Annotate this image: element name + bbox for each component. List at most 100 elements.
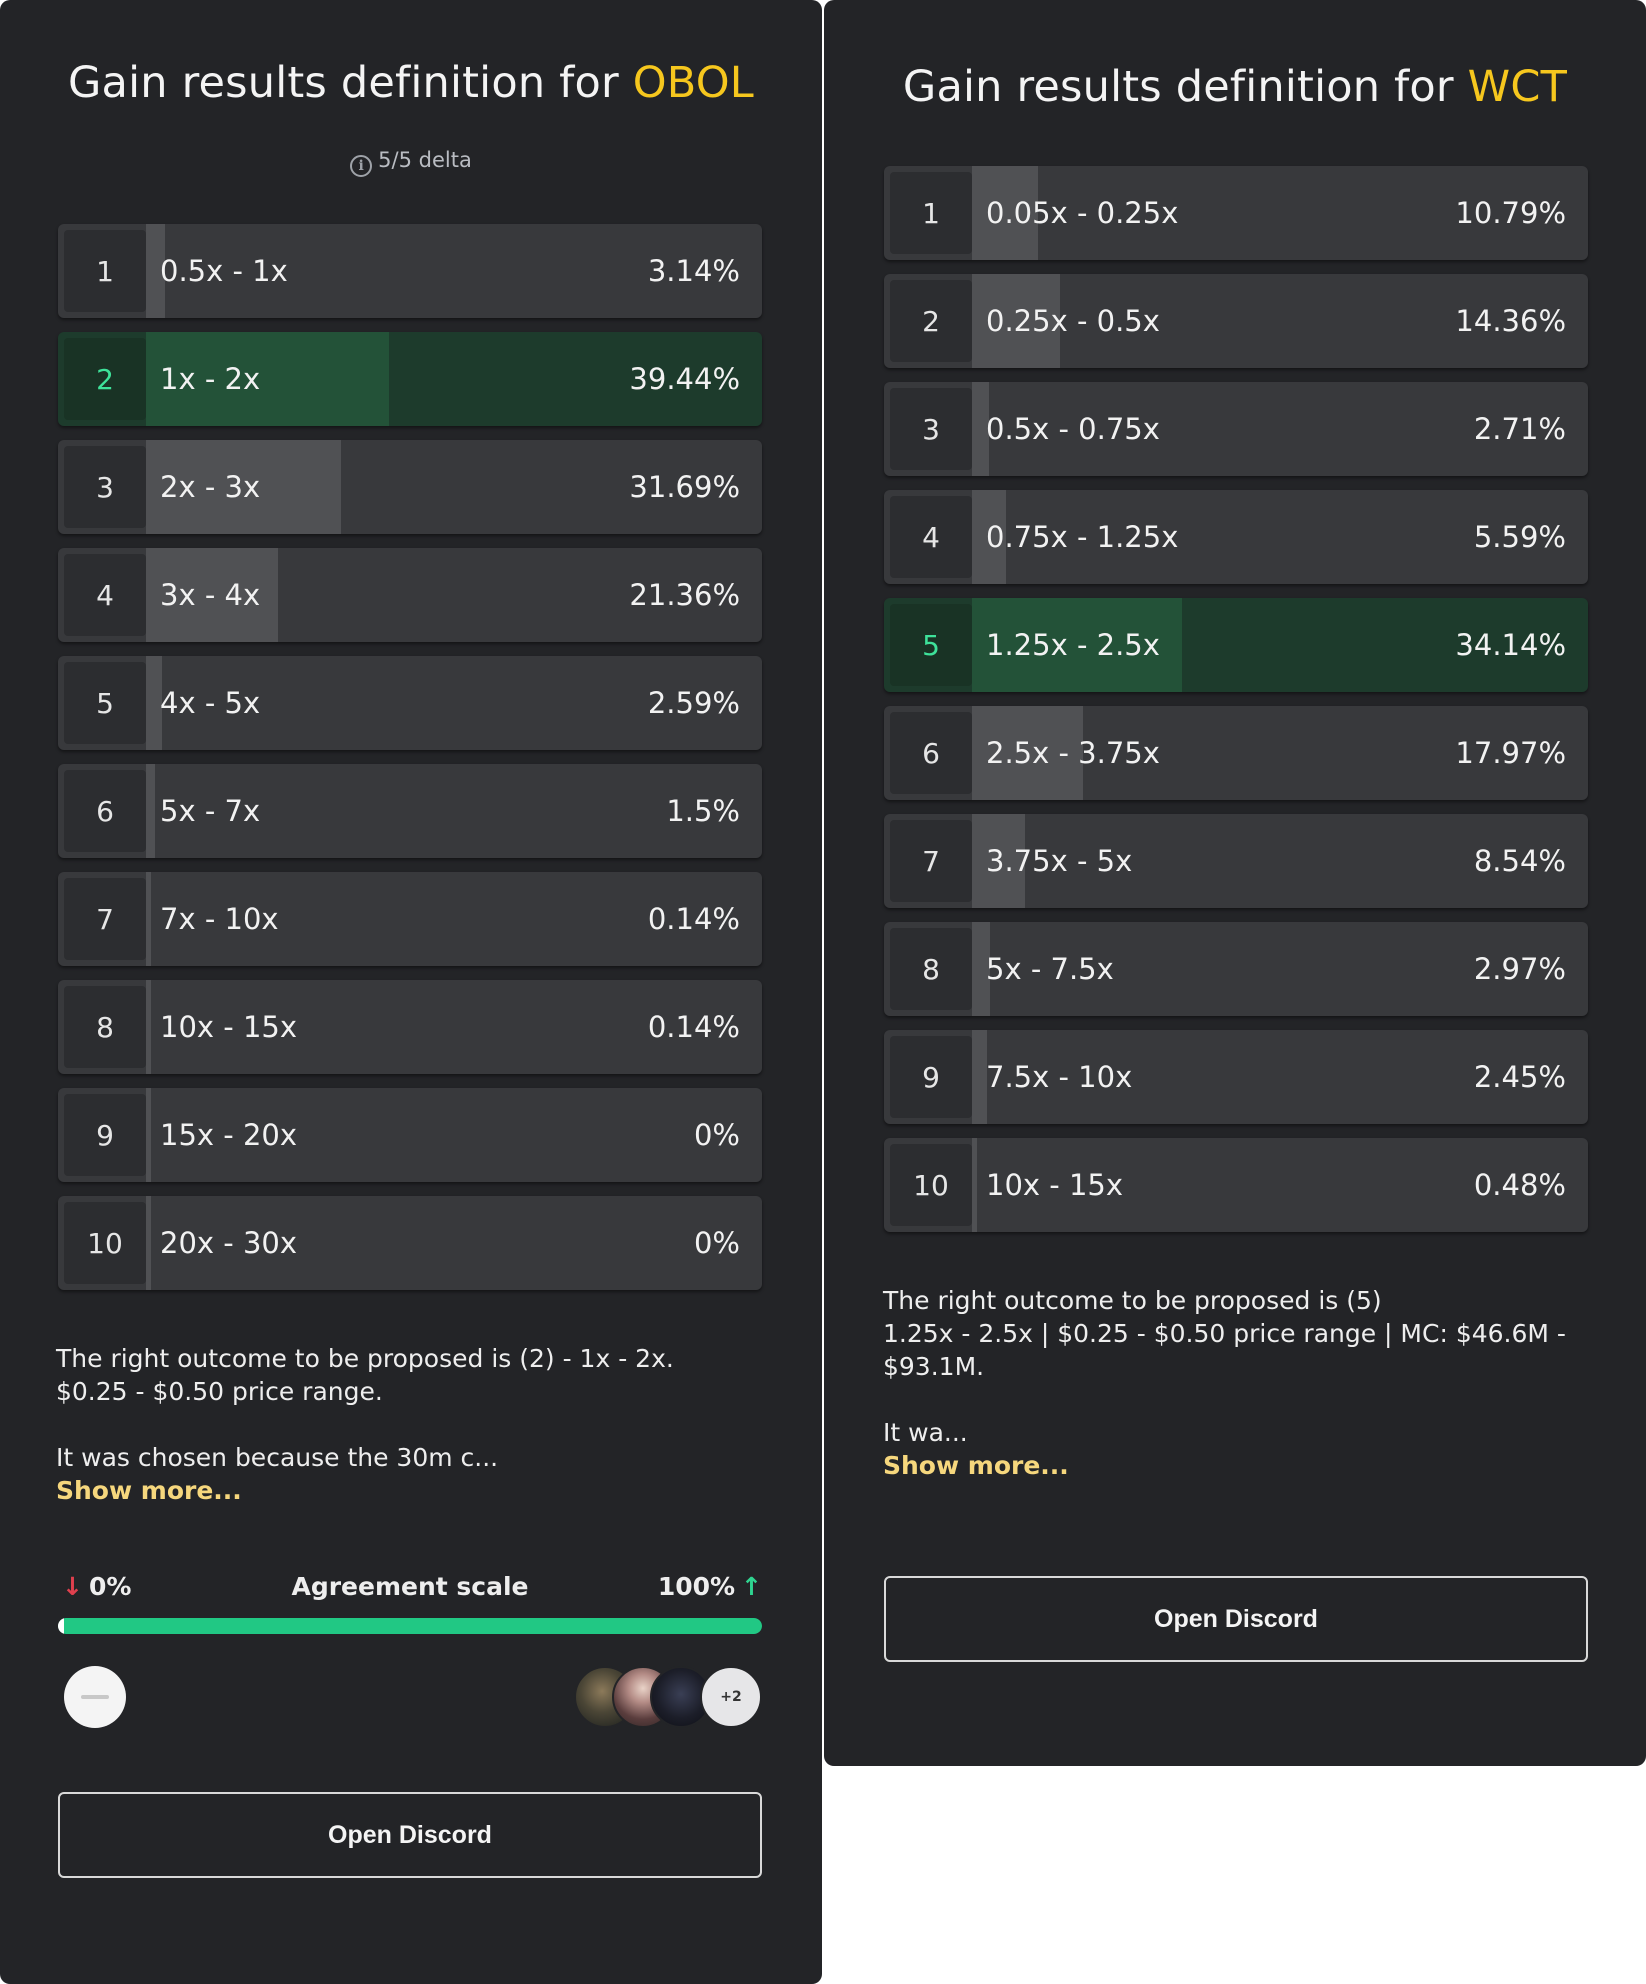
outcome-reason: It was chosen because the 30m c...	[56, 1443, 499, 1472]
outcome-reason: It wa...	[883, 1418, 968, 1447]
option-number: 3	[890, 388, 972, 470]
agreement-scale-bar	[58, 1618, 762, 1634]
option-percent: 31.69%	[629, 470, 740, 504]
show-more-link[interactable]: Show more...	[56, 1474, 776, 1507]
open-discord-button[interactable]: Open Discord	[58, 1792, 762, 1878]
proposed-outcome-text: The right outcome to be proposed is (5) …	[883, 1284, 1603, 1482]
option-range: 7x - 10x	[160, 902, 279, 936]
agreement-scale-fill	[58, 1618, 762, 1634]
result-option-row[interactable]: 2 1x - 2x 39.44%	[58, 332, 762, 426]
option-percent: 5.59%	[1473, 520, 1566, 554]
option-range: 3.75x - 5x	[986, 844, 1133, 878]
option-percent: 2.71%	[1473, 412, 1566, 446]
agreement-scale-label: Agreement scale	[291, 1572, 529, 1601]
result-option-row[interactable]: 4 3x - 4x 21.36%	[58, 548, 762, 642]
option-range: 0.25x - 0.5x	[986, 304, 1160, 338]
result-option-row[interactable]: 7 7x - 10x 0.14%	[58, 872, 762, 966]
voter-avatars[interactable]: +2	[574, 1666, 764, 1728]
option-number: 7	[890, 820, 972, 902]
option-number: 6	[890, 712, 972, 794]
option-number: 9	[890, 1036, 972, 1118]
arrow-up-icon: ↑	[741, 1572, 762, 1601]
neutral-vote-button[interactable]	[64, 1666, 126, 1728]
result-option-row[interactable]: 5 1.25x - 2.5x 34.14%	[884, 598, 1588, 692]
outcome-line: 1.25x - 2.5x | $0.25 - $0.50 price range…	[883, 1319, 1566, 1381]
result-option-row[interactable]: 1 0.05x - 0.25x 10.79%	[884, 166, 1588, 260]
show-more-link[interactable]: Show more...	[883, 1449, 1603, 1482]
result-option-row[interactable]: 8 10x - 15x 0.14%	[58, 980, 762, 1074]
vote-share-bar	[146, 1088, 151, 1182]
option-number: 5	[64, 662, 146, 744]
option-range: 0.5x - 1x	[160, 254, 288, 288]
result-option-row[interactable]: 1 0.5x - 1x 3.14%	[58, 224, 762, 318]
option-percent: 1.5%	[666, 794, 740, 828]
more-voters-badge[interactable]: +2	[700, 1666, 762, 1728]
vote-share-bar	[146, 764, 156, 858]
option-percent: 17.97%	[1455, 736, 1566, 770]
option-range: 7.5x - 10x	[986, 1060, 1133, 1094]
result-option-row[interactable]: 7 3.75x - 5x 8.54%	[884, 814, 1588, 908]
vote-share-bar	[146, 980, 151, 1074]
result-option-row[interactable]: 9 15x - 20x 0%	[58, 1088, 762, 1182]
agreement-max: 100% ↑	[658, 1572, 762, 1601]
option-range: 0.75x - 1.25x	[986, 520, 1179, 554]
option-percent: 2.97%	[1473, 952, 1566, 986]
outcome-line: The right outcome to be proposed is (5)	[883, 1286, 1382, 1315]
option-percent: 2.45%	[1473, 1060, 1566, 1094]
option-percent: 0.14%	[647, 1010, 740, 1044]
option-number: 6	[64, 770, 146, 852]
token-name: WCT	[1467, 62, 1568, 112]
title-prefix: Gain results definition for	[68, 58, 633, 108]
vote-share-bar	[972, 1138, 977, 1232]
panel-title: Gain results definition for WCT	[824, 62, 1646, 112]
option-percent: 0.48%	[1473, 1168, 1566, 1202]
option-range: 10x - 15x	[160, 1010, 298, 1044]
option-range: 10x - 15x	[986, 1168, 1124, 1202]
option-number: 3	[64, 446, 146, 528]
option-number: 2	[890, 280, 972, 362]
option-range: 15x - 20x	[160, 1118, 298, 1152]
wct-results-panel: Gain results definition for WCT 1 0.05x -…	[824, 0, 1646, 1766]
option-range: 2x - 3x	[160, 470, 261, 504]
title-prefix: Gain results definition for	[902, 62, 1468, 112]
option-number: 10	[890, 1144, 972, 1226]
result-option-row[interactable]: 2 0.25x - 0.5x 14.36%	[884, 274, 1588, 368]
result-option-row[interactable]: 10 20x - 30x 0%	[58, 1196, 762, 1290]
delta-text: 5/5 delta	[378, 148, 472, 172]
result-option-row[interactable]: 3 0.5x - 0.75x 2.71%	[884, 382, 1588, 476]
option-percent: 39.44%	[629, 362, 740, 396]
result-option-row[interactable]: 3 2x - 3x 31.69%	[58, 440, 762, 534]
option-range: 5x - 7x	[160, 794, 261, 828]
proposed-outcome-text: The right outcome to be proposed is (2) …	[56, 1342, 776, 1507]
vote-share-bar	[972, 1030, 988, 1124]
open-discord-button[interactable]: Open Discord	[884, 1576, 1588, 1662]
result-option-row[interactable]: 4 0.75x - 1.25x 5.59%	[884, 490, 1588, 584]
delta-indicator: i 5/5 delta	[0, 148, 822, 177]
outcome-line: $0.25 - $0.50 price range.	[56, 1377, 383, 1406]
option-percent: 0%	[693, 1226, 740, 1260]
agreement-max-label: 100%	[657, 1572, 736, 1601]
info-icon[interactable]: i	[350, 155, 373, 177]
option-range: 0.5x - 0.75x	[986, 412, 1160, 446]
option-range: 20x - 30x	[160, 1226, 298, 1260]
result-options-list: 1 0.5x - 1x 3.14% 2 1x - 2x 39.44% 3 2x - 3x 3…	[58, 224, 762, 1304]
vote-share-bar	[146, 872, 151, 966]
option-number: 10	[64, 1202, 146, 1284]
option-percent: 10.79%	[1455, 196, 1566, 230]
result-option-row[interactable]: 6 2.5x - 3.75x 17.97%	[884, 706, 1588, 800]
option-range: 1.25x - 2.5x	[986, 628, 1160, 662]
obol-results-panel: Gain results definition for OBOL i 5/5 de…	[0, 0, 822, 1984]
result-option-row[interactable]: 6 5x - 7x 1.5%	[58, 764, 762, 858]
option-number: 7	[64, 878, 146, 960]
result-option-row[interactable]: 8 5x - 7.5x 2.97%	[884, 922, 1588, 1016]
result-option-row[interactable]: 10 10x - 15x 0.48%	[884, 1138, 1588, 1232]
option-percent: 14.36%	[1455, 304, 1566, 338]
option-number: 1	[890, 172, 972, 254]
result-option-row[interactable]: 9 7.5x - 10x 2.45%	[884, 1030, 1588, 1124]
agreement-scale-header: ↓ 0% Agreement scale 100% ↑	[58, 1572, 762, 1612]
panel-title: Gain results definition for OBOL	[0, 58, 822, 108]
outcome-line: The right outcome to be proposed is (2) …	[56, 1344, 674, 1373]
option-number: 4	[890, 496, 972, 578]
result-option-row[interactable]: 5 4x - 5x 2.59%	[58, 656, 762, 750]
option-number: 8	[890, 928, 972, 1010]
